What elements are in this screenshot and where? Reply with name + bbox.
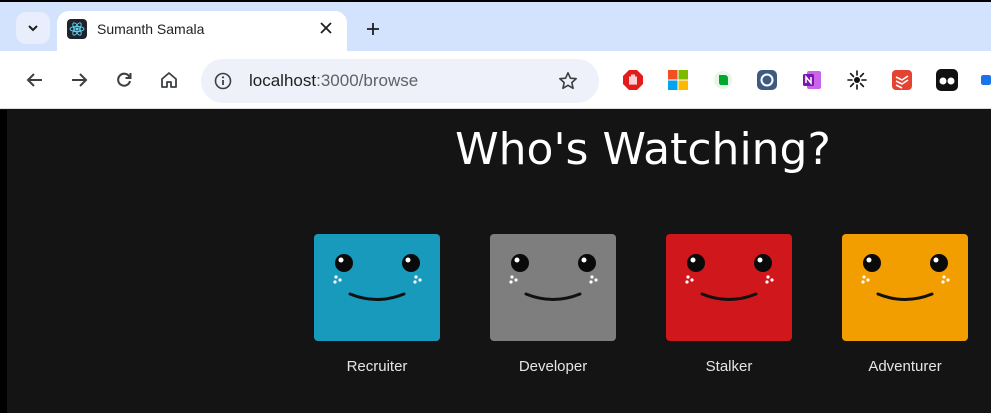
page-left-edge: [0, 110, 7, 413]
tab-search-button[interactable]: [16, 12, 50, 44]
home-button[interactable]: [156, 67, 182, 93]
extension-glasses[interactable]: [936, 69, 958, 91]
reload-icon: [117, 72, 132, 87]
profile-recruiter[interactable]: Recruiter: [307, 234, 447, 375]
profile-page: Who's Watching? Recruiter Developer Stal…: [7, 110, 991, 413]
info-icon: [214, 72, 232, 90]
tab-title: Sumanth Samala: [97, 21, 205, 37]
home-icon: [161, 72, 177, 88]
react-icon: [67, 19, 87, 39]
extension-camera[interactable]: [756, 69, 778, 91]
site-info-button[interactable]: [211, 69, 235, 93]
browser-toolbar: localhost:3000/browse: [0, 51, 991, 109]
chevron-down-icon: [28, 25, 38, 32]
profile-name: Stalker: [705, 358, 753, 375]
glasses-icon: [936, 69, 958, 91]
avatar-adventurer[interactable]: [842, 234, 968, 341]
profile-name: Developer: [518, 358, 588, 375]
close-icon: [320, 22, 332, 34]
extension-evernote[interactable]: [712, 69, 734, 91]
forward-button[interactable]: [66, 67, 92, 93]
profile-developer[interactable]: Developer: [483, 234, 623, 375]
star-icon: [559, 72, 577, 90]
profile-adventurer[interactable]: Adventurer: [835, 234, 975, 375]
extension-microsoft[interactable]: [667, 69, 689, 91]
extension-sunburst[interactable]: [846, 69, 868, 91]
profile-stalker[interactable]: Stalker: [659, 234, 799, 375]
arrow-right-icon: [72, 73, 88, 87]
avatar-recruiter[interactable]: [314, 234, 440, 341]
reload-button[interactable]: [111, 67, 137, 93]
arrow-left-icon: [26, 73, 42, 87]
extension-onenote[interactable]: [801, 69, 823, 91]
address-bar[interactable]: localhost:3000/browse: [201, 59, 599, 103]
sunburst-icon: [847, 70, 867, 90]
url-host: localhost: [249, 71, 317, 90]
microsoft-icon: [668, 70, 688, 90]
tab-strip: Sumanth Samala: [0, 0, 991, 53]
back-button[interactable]: [22, 67, 48, 93]
url-path: :3000/browse: [316, 71, 419, 90]
extension-todoist[interactable]: [891, 69, 913, 91]
avatar-stalker[interactable]: [666, 234, 792, 341]
evernote-icon: [714, 71, 732, 89]
camera-icon: [757, 70, 777, 90]
active-tab[interactable]: Sumanth Samala: [57, 11, 347, 53]
stop-hand-icon: [623, 70, 643, 90]
extension-stop[interactable]: [622, 69, 644, 91]
close-tab-button[interactable]: [315, 17, 337, 39]
profile-name: Recruiter: [346, 358, 408, 375]
plus-icon: [367, 23, 379, 35]
extension-partial[interactable]: [981, 69, 991, 91]
todoist-icon: [892, 70, 912, 90]
url-text: localhost:3000/browse: [249, 71, 418, 91]
avatar-developer[interactable]: [490, 234, 616, 341]
onenote-icon: [803, 71, 821, 89]
bookmark-button[interactable]: [556, 69, 580, 93]
new-tab-button[interactable]: [361, 17, 385, 41]
page-title: Who's Watching?: [455, 124, 831, 175]
extension-icon: [981, 75, 991, 85]
profile-name: Adventurer: [868, 358, 942, 375]
